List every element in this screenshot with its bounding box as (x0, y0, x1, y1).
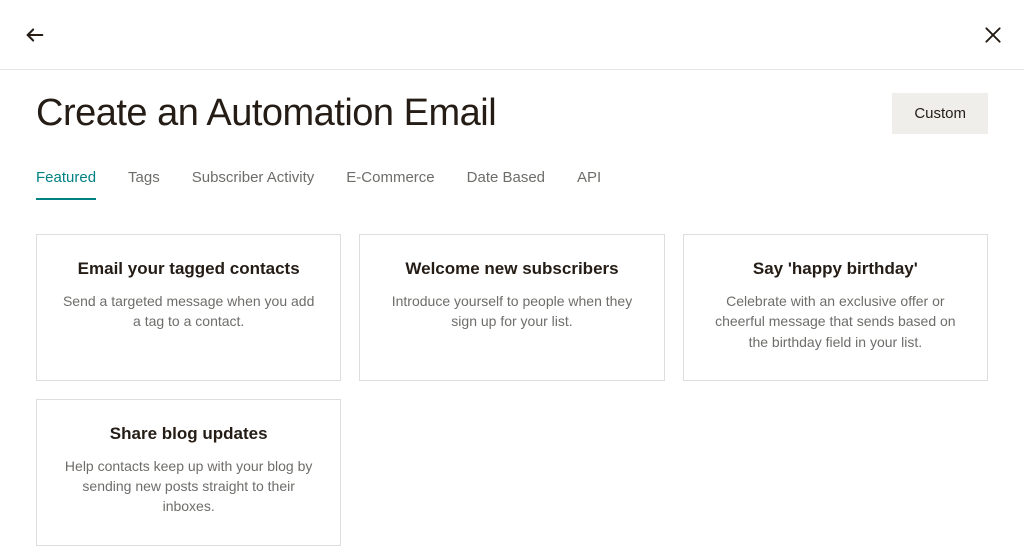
card-description: Introduce yourself to people when they s… (382, 291, 641, 332)
card-welcome-new-subscribers[interactable]: Welcome new subscribers Introduce yourse… (359, 234, 664, 381)
back-button[interactable] (22, 22, 48, 48)
card-title: Say 'happy birthday' (753, 259, 918, 279)
top-bar (0, 0, 1024, 70)
card-share-blog-updates[interactable]: Share blog updates Help contacts keep up… (36, 399, 341, 546)
card-say-happy-birthday[interactable]: Say 'happy birthday' Celebrate with an e… (683, 234, 988, 381)
card-grid: Email your tagged contacts Send a target… (36, 234, 988, 546)
tab-date-based[interactable]: Date Based (467, 169, 545, 200)
tab-featured[interactable]: Featured (36, 169, 96, 200)
card-title: Email your tagged contacts (78, 259, 300, 279)
title-row: Create an Automation Email Custom (36, 92, 988, 135)
tabs: Featured Tags Subscriber Activity E-Comm… (36, 169, 988, 200)
tab-e-commerce[interactable]: E-Commerce (346, 169, 434, 200)
card-title: Share blog updates (110, 424, 268, 444)
card-email-tagged-contacts[interactable]: Email your tagged contacts Send a target… (36, 234, 341, 381)
card-description: Send a targeted message when you add a t… (59, 291, 318, 332)
page-title: Create an Automation Email (36, 92, 496, 135)
content: Create an Automation Email Custom Featur… (0, 70, 1024, 546)
card-description: Celebrate with an exclusive offer or che… (706, 291, 965, 352)
custom-button[interactable]: Custom (892, 93, 988, 134)
card-title: Welcome new subscribers (405, 259, 618, 279)
tab-subscriber-activity[interactable]: Subscriber Activity (192, 169, 315, 200)
arrow-left-icon (24, 24, 46, 46)
tab-tags[interactable]: Tags (128, 169, 160, 200)
close-button[interactable] (980, 22, 1006, 48)
tab-api[interactable]: API (577, 169, 601, 200)
card-description: Help contacts keep up with your blog by … (59, 456, 318, 517)
close-icon (983, 25, 1003, 45)
